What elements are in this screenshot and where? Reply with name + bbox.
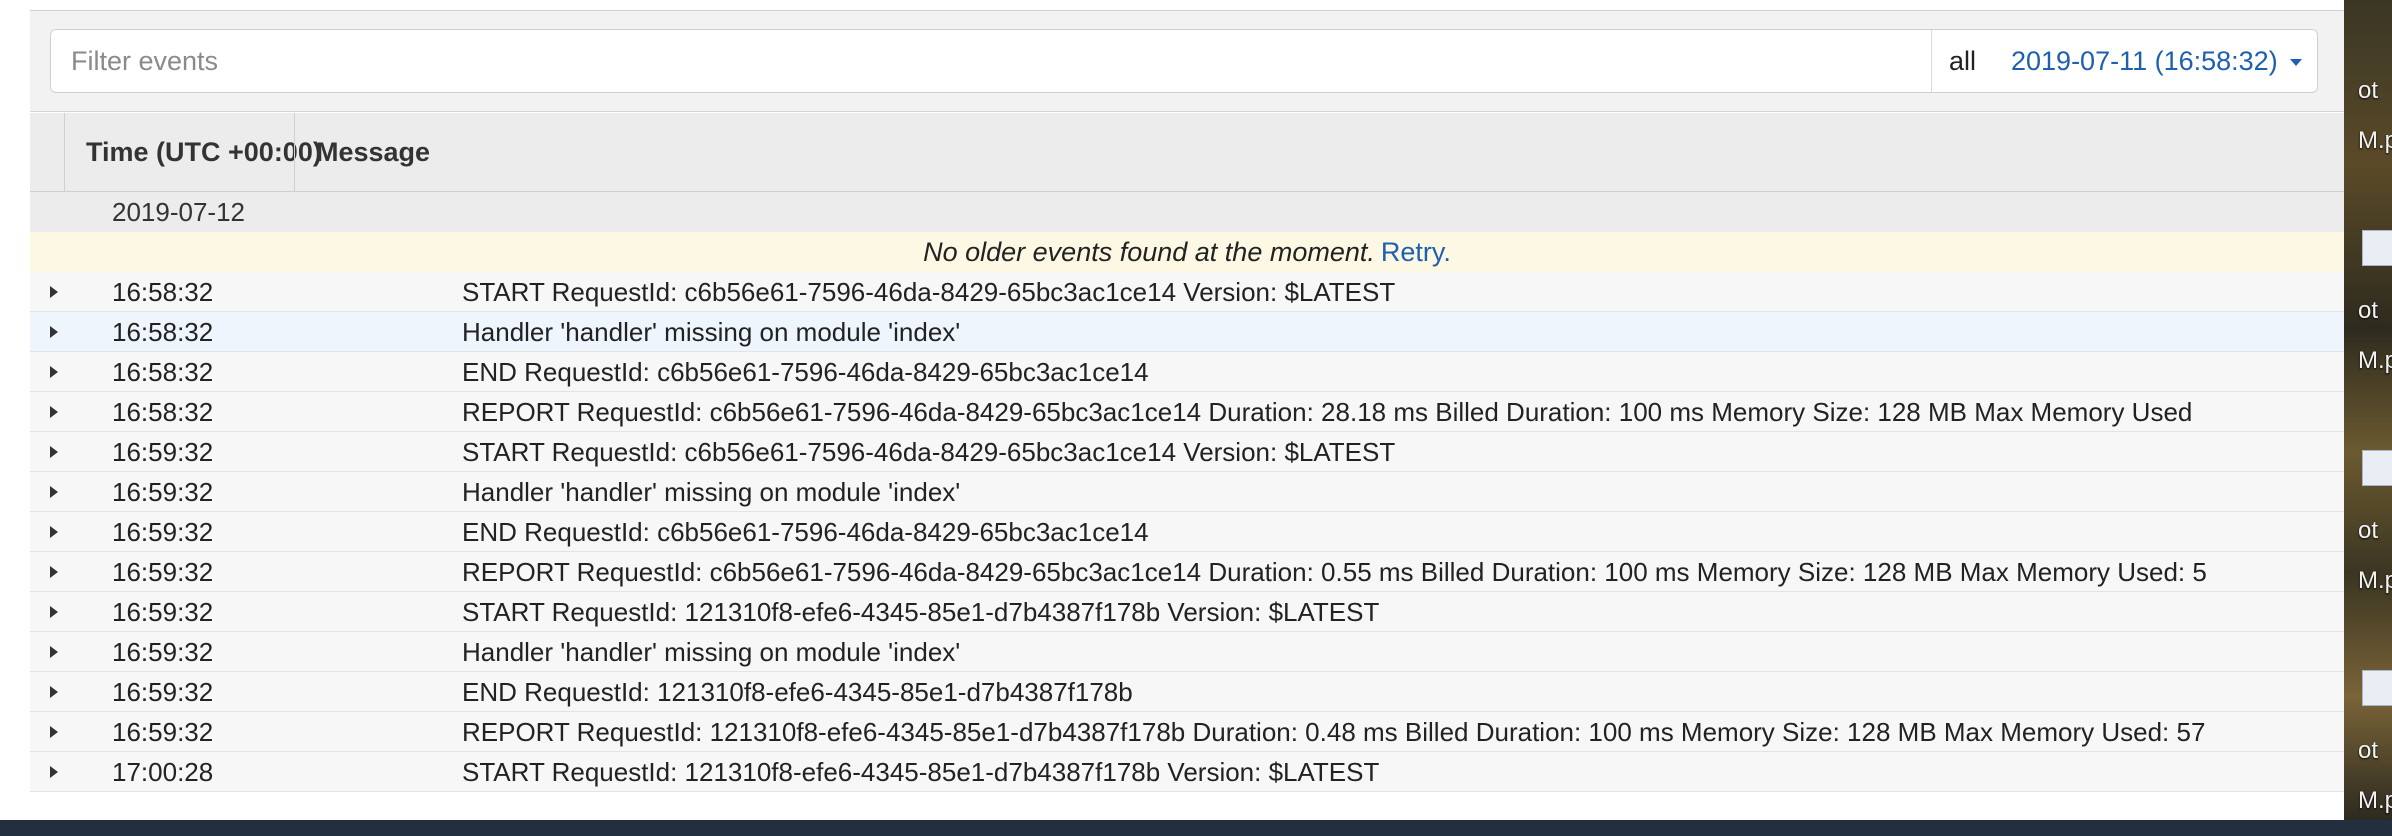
left-gutter — [0, 0, 30, 820]
event-time: 16:59:32 — [112, 557, 214, 587]
event-message: Handler 'handler' missing on module 'ind… — [462, 477, 961, 507]
bottom-bar — [0, 820, 2392, 836]
expand-arrow-icon[interactable] — [50, 766, 58, 778]
table-row[interactable]: 16:59:32 END RequestId: 121310f8-efe6-434… — [30, 672, 2344, 712]
expand-arrow-icon[interactable] — [50, 486, 58, 498]
date-range-label: 2019-07-11 (16:58:32) — [2011, 46, 2278, 76]
column-header-message[interactable]: Message — [316, 113, 430, 191]
log-events-panel: all 2019-07-11 (16:58:32) Time (UTC +00:… — [30, 10, 2344, 821]
filter-box: all 2019-07-11 (16:58:32) — [50, 29, 2318, 93]
desktop-background: ot M.p ot M.p ot M.p ot M.p — [2344, 0, 2392, 820]
older-events-text: No older events found at the moment. — [923, 237, 1375, 267]
desktop-file-icon[interactable] — [2362, 450, 2392, 486]
expand-arrow-icon[interactable] — [50, 286, 58, 298]
desktop-file-label: ot — [2358, 737, 2379, 764]
table-row[interactable]: 16:58:32 Handler 'handler' missing on mod… — [30, 312, 2344, 352]
older-events-notice: No older events found at the moment. Retr… — [30, 232, 2344, 272]
event-rows: 16:58:32 START RequestId: c6b56e61-7596-4… — [30, 272, 2344, 792]
event-message: REPORT RequestId: c6b56e61-7596-46da-842… — [462, 397, 2193, 427]
event-time: 16:59:32 — [112, 717, 214, 747]
event-message: Handler 'handler' missing on module 'ind… — [462, 317, 961, 347]
date-range-dropdown[interactable]: 2019-07-11 (16:58:32) — [2011, 30, 2302, 92]
event-message: Handler 'handler' missing on module 'ind… — [462, 637, 961, 667]
table-header: Time (UTC +00:00) Message — [30, 113, 2344, 192]
event-time: 16:58:32 — [112, 357, 214, 387]
event-message: END RequestId: c6b56e61-7596-46da-8429-6… — [462, 517, 1149, 547]
expand-arrow-icon[interactable] — [50, 526, 58, 538]
table-row[interactable]: 16:59:32 START RequestId: 121310f8-efe6-4… — [30, 592, 2344, 632]
desktop-file-icon[interactable] — [2362, 230, 2392, 266]
table-row[interactable]: 16:59:32 END RequestId: c6b56e61-7596-46d… — [30, 512, 2344, 552]
event-message: REPORT RequestId: c6b56e61-7596-46da-842… — [462, 557, 2207, 587]
retry-link[interactable]: Retry. — [1381, 237, 1451, 267]
desktop-file-label: M.p — [2358, 127, 2392, 154]
event-time: 16:59:32 — [112, 637, 214, 667]
desktop-file-label: M.p — [2358, 567, 2392, 594]
table-row[interactable]: 16:58:32 REPORT RequestId: c6b56e61-7596-… — [30, 392, 2344, 432]
event-time: 16:59:32 — [112, 517, 214, 547]
column-separator — [64, 113, 65, 191]
event-time: 16:58:32 — [112, 277, 214, 307]
desktop-file-icon[interactable] — [2362, 670, 2392, 706]
expand-arrow-icon[interactable] — [50, 646, 58, 658]
desktop-file-label: ot — [2358, 517, 2379, 544]
filter-divider — [1931, 30, 1932, 92]
event-message: END RequestId: 121310f8-efe6-4345-85e1-d… — [462, 677, 1133, 707]
expand-arrow-icon[interactable] — [50, 686, 58, 698]
column-separator — [294, 113, 295, 191]
table-row[interactable]: 16:59:32 START RequestId: c6b56e61-7596-4… — [30, 432, 2344, 472]
range-all-option[interactable]: all — [1949, 30, 1976, 92]
expand-arrow-icon[interactable] — [50, 326, 58, 338]
filter-events-input[interactable] — [51, 30, 1931, 92]
table-row[interactable]: 16:59:32 REPORT RequestId: c6b56e61-7596-… — [30, 552, 2344, 592]
table-row[interactable]: 16:58:32 END RequestId: c6b56e61-7596-46d… — [30, 352, 2344, 392]
event-message: REPORT RequestId: 121310f8-efe6-4345-85e… — [462, 717, 2206, 747]
table-row[interactable]: 17:00:28 START RequestId: 121310f8-efe6-4… — [30, 752, 2344, 792]
date-group-row: 2019-07-12 — [30, 192, 2344, 232]
event-time: 16:59:32 — [112, 597, 214, 627]
event-time: 17:00:28 — [112, 757, 214, 787]
date-group-label: 2019-07-12 — [112, 197, 245, 227]
desktop-file-label: M.p — [2358, 787, 2392, 814]
event-time: 16:59:32 — [112, 437, 214, 467]
expand-arrow-icon[interactable] — [50, 366, 58, 378]
desktop-file-label: M.p — [2358, 347, 2392, 374]
desktop-file-label: ot — [2358, 77, 2379, 104]
desktop-file-label: ot — [2358, 297, 2379, 324]
table-row[interactable]: 16:59:32 REPORT RequestId: 121310f8-efe6-… — [30, 712, 2344, 752]
expand-arrow-icon[interactable] — [50, 406, 58, 418]
event-message: START RequestId: 121310f8-efe6-4345-85e1… — [462, 597, 1380, 627]
filter-bar: all 2019-07-11 (16:58:32) — [30, 11, 2344, 112]
event-message: START RequestId: 121310f8-efe6-4345-85e1… — [462, 757, 1380, 787]
expand-arrow-icon[interactable] — [50, 446, 58, 458]
table-row[interactable]: 16:58:32 START RequestId: c6b56e61-7596-4… — [30, 272, 2344, 312]
expand-arrow-icon[interactable] — [50, 606, 58, 618]
expand-arrow-icon[interactable] — [50, 726, 58, 738]
event-time: 16:58:32 — [112, 317, 214, 347]
event-time: 16:59:32 — [112, 677, 214, 707]
caret-down-icon — [2289, 59, 2302, 67]
event-message: END RequestId: c6b56e61-7596-46da-8429-6… — [462, 357, 1149, 387]
column-header-time[interactable]: Time (UTC +00:00) — [86, 113, 322, 191]
table-row[interactable]: 16:59:32 Handler 'handler' missing on mod… — [30, 632, 2344, 672]
table-row[interactable]: 16:59:32 Handler 'handler' missing on mod… — [30, 472, 2344, 512]
event-message: START RequestId: c6b56e61-7596-46da-8429… — [462, 277, 1396, 307]
event-message: START RequestId: c6b56e61-7596-46da-8429… — [462, 437, 1396, 467]
expand-arrow-icon[interactable] — [50, 566, 58, 578]
event-time: 16:59:32 — [112, 477, 214, 507]
event-time: 16:58:32 — [112, 397, 214, 427]
